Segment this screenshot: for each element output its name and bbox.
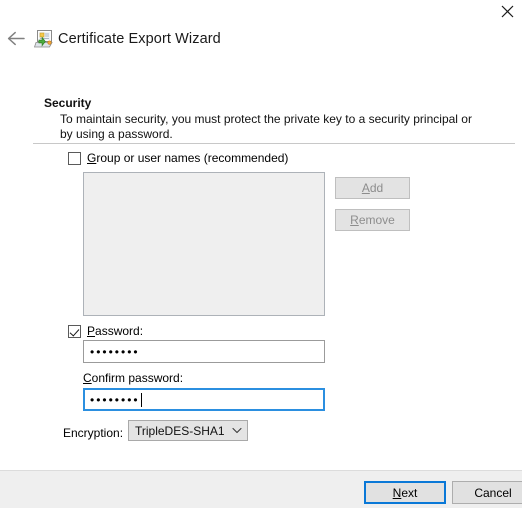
certificate-export-wizard-window: Certificate Export Wizard Security To ma… bbox=[0, 0, 522, 508]
close-window-button[interactable] bbox=[492, 0, 522, 22]
window-title: Certificate Export Wizard bbox=[58, 31, 221, 47]
accesskey-letter: R bbox=[350, 213, 359, 227]
confirm-password-label: Confirm password: bbox=[83, 371, 183, 385]
group-or-user-names-checkbox[interactable]: Group or user names (recommended) bbox=[68, 151, 288, 165]
close-icon bbox=[501, 5, 514, 18]
checkbox-box bbox=[68, 151, 81, 165]
remove-button-label: Remove bbox=[350, 213, 395, 227]
title-bar: Certificate Export Wizard bbox=[0, 0, 522, 62]
confirm-password-input-value: •••••••• bbox=[90, 392, 140, 407]
checkbox-box bbox=[68, 324, 81, 338]
header-divider bbox=[33, 143, 515, 144]
page-title: Security bbox=[44, 96, 92, 110]
encryption-label: Encryption: bbox=[63, 426, 124, 440]
label-rest: emove bbox=[358, 213, 395, 227]
add-button[interactable]: Add bbox=[335, 177, 410, 199]
label-rest: assword: bbox=[95, 324, 144, 338]
group-or-user-names-label: Group or user names (recommended) bbox=[87, 151, 288, 165]
label-rest: ext bbox=[401, 485, 418, 500]
back-button[interactable] bbox=[5, 29, 27, 51]
label-rest: roup or user names (recommended) bbox=[96, 151, 289, 165]
accesskey-letter: G bbox=[87, 151, 97, 165]
next-button[interactable]: Next bbox=[364, 481, 446, 504]
certificate-export-icon bbox=[33, 30, 54, 48]
encryption-dropdown[interactable]: TripleDES-SHA1 bbox=[128, 420, 248, 441]
label-rest: onfirm password: bbox=[91, 371, 184, 385]
password-input-value: •••••••• bbox=[90, 344, 140, 359]
label-rest: dd bbox=[369, 181, 384, 195]
chevron-down-icon bbox=[227, 427, 247, 434]
accesskey-letter: A bbox=[361, 181, 370, 195]
accesskey-letter: P bbox=[87, 324, 96, 338]
password-checkbox[interactable]: Password: bbox=[68, 324, 143, 338]
remove-button[interactable]: Remove bbox=[335, 209, 410, 231]
encryption-selected-value: TripleDES-SHA1 bbox=[135, 423, 225, 438]
confirm-password-input[interactable]: •••••••• bbox=[83, 388, 325, 411]
group-or-user-names-listbox[interactable] bbox=[83, 172, 325, 316]
page-description: To maintain security, you must protect t… bbox=[60, 112, 472, 141]
password-input[interactable]: •••••••• bbox=[83, 340, 325, 363]
next-button-label: Next bbox=[393, 486, 418, 500]
back-arrow-icon bbox=[7, 31, 26, 49]
cancel-button[interactable]: Cancel bbox=[452, 481, 522, 504]
accesskey-letter: C bbox=[83, 371, 92, 385]
cancel-button-label: Cancel bbox=[474, 485, 512, 500]
text-caret bbox=[140, 392, 142, 407]
password-checkbox-label: Password: bbox=[87, 324, 143, 338]
add-button-label: Add bbox=[362, 181, 383, 195]
